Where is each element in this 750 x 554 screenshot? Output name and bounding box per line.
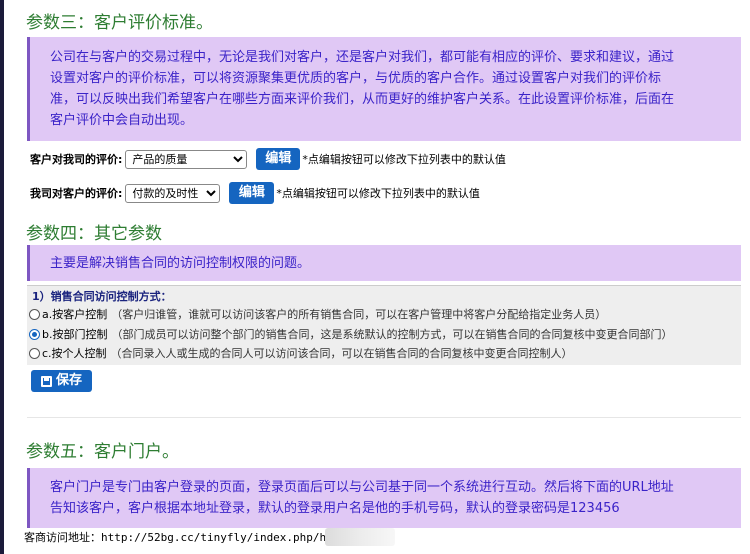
customer-to-us-row: 客户对我司的评价: 产品的质量 编辑 *点编辑按钮可以修改下拉列表中的默认值 <box>30 148 506 170</box>
section5-title: 参数五：客户门户。 <box>26 442 179 462</box>
save-icon <box>40 375 52 387</box>
option-by-person[interactable]: c.按个人控制 （合同录入人或生成的合同人可以访问该合同，可以在销售合同的合同复… <box>29 345 573 361</box>
us-to-customer-hint: *点编辑按钮可以修改下拉列表中的默认值 <box>276 187 480 200</box>
us-to-customer-row: 我司对客户的评价: 付款的及时性 编辑 *点编辑按钮可以修改下拉列表中的默认值 <box>30 182 480 204</box>
customer-to-us-select[interactable]: 产品的质量 <box>125 149 248 169</box>
desc-line: 客户评价中会自动出现。 <box>50 113 194 128</box>
left-edge-bar <box>0 0 4 554</box>
option-by-department-label: b.按部门控制 <box>42 328 108 341</box>
option-by-department[interactable]: b.按部门控制 （部门成员可以访问整个部门的销售合同，这是系统默认的控制方式，可… <box>29 326 672 342</box>
desc-line: 准，可以反映出我们希望客户在哪些方面来评价我们，从而更好的维护客户关系。在此设置… <box>50 92 675 107</box>
customer-to-us-edit-button[interactable]: 编辑 <box>256 148 301 170</box>
section3-title: 参数三：客户评价标准。 <box>26 13 213 33</box>
option-by-customer-note: （客户归谁管，谁就可以访问该客户的所有销售合同，可以在客户管理中将客户分配给指定… <box>111 308 607 321</box>
save-button-label: 保存 <box>55 373 82 388</box>
option-by-person-note: （合同录入人或生成的合同人可以访问该合同，可以在销售合同的合同复核中变更合同控制… <box>110 347 573 360</box>
option-by-customer-label: a.按客户控制 <box>42 308 108 321</box>
us-to-customer-edit-button[interactable]: 编辑 <box>229 182 275 204</box>
save-button[interactable]: 保存 <box>31 370 92 392</box>
desc-line: 告知该客户，客户根据本地址登录，默认的登录用户名是他的手机号码，默认的登录密码是… <box>50 501 620 516</box>
desc-line: 客户门户是专门由客户登录的页面，登录页面后可以与公司基于同一个系统进行互动。然后… <box>50 480 674 495</box>
option-by-person-radio[interactable] <box>29 347 40 359</box>
section4-description: 主要是解决销售合同的访问控制权限的问题。 <box>27 245 741 281</box>
access-control-box: 1）销售合同访问控制方式： a.按客户控制 （客户归谁管，谁就可以访问该客户的所… <box>27 285 741 365</box>
desc-line: 主要是解决销售合同的访问控制权限的问题。 <box>50 256 311 271</box>
redacted-area <box>325 528 395 546</box>
us-to-customer-select[interactable]: 付款的及时性 <box>125 183 221 203</box>
option-by-customer-radio[interactable] <box>29 308 40 320</box>
desc-line: 公司在与客户的交易过程中，无论是我们对客户，还是客户对我们，都可能有相应的评价、… <box>50 50 675 65</box>
option-by-department-note: （部门成员可以访问整个部门的销售合同，这是系统默认的控制方式，可以在销售合同的合… <box>111 328 673 341</box>
customer-to-us-hint: *点编辑按钮可以修改下拉列表中的默认值 <box>302 153 506 166</box>
option-by-customer[interactable]: a.按客户控制 （客户归谁管，谁就可以访问该客户的所有销售合同，可以在客户管理中… <box>29 306 606 322</box>
us-to-customer-label: 我司对客户的评价: <box>30 187 123 200</box>
section3-description: 公司在与客户的交易过程中，无论是我们对客户，还是客户对我们，都可能有相应的评价、… <box>27 37 741 141</box>
customer-to-us-label: 客户对我司的评价: <box>30 153 123 166</box>
section5-description: 客户门户是专门由客户登录的页面，登录页面后可以与公司基于同一个系统进行互动。然后… <box>27 468 741 528</box>
option-by-department-radio[interactable] <box>29 328 40 340</box>
option-by-person-label: c.按个人控制 <box>42 347 107 360</box>
portal-url-text[interactable]: 客商访问地址：http://52bg.cc/tinyfly/index.php/… <box>24 529 326 545</box>
section4-title: 参数四：其它参数 <box>26 224 162 244</box>
desc-line: 设置对客户的评价标准，可以将资源聚集更优质的客户，与优质的客户合作。通过设置客户… <box>50 71 662 86</box>
access-control-title: 1）销售合同访问控制方式： <box>32 290 172 303</box>
section-divider <box>27 417 741 418</box>
